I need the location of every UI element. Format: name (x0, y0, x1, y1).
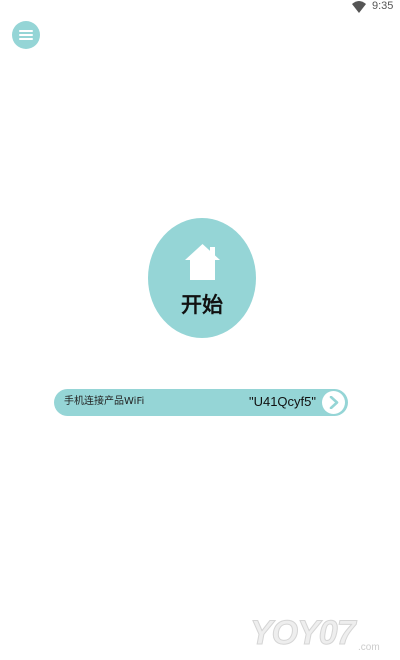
wifi-bar-label: 手机连接产品WiFi (64, 396, 145, 407)
status-time: 9:35 (372, 0, 394, 12)
wifi-connect-bar[interactable]: 手机连接产品WiFi "U41Qcyf5" (54, 389, 348, 416)
menu-icon (19, 30, 33, 40)
watermark-logo: YOY07 .com (250, 614, 380, 654)
svg-text:YOY07: YOY07 (250, 614, 358, 652)
wifi-icon (352, 1, 366, 13)
svg-text:.com: .com (358, 642, 380, 653)
status-bar: 9:35 (0, 0, 400, 14)
home-icon (185, 244, 220, 280)
start-label: 开始 (181, 293, 223, 317)
wifi-ssid: "U41Qcyf5" (248, 394, 316, 409)
start-button[interactable]: 开始 (148, 218, 256, 338)
menu-button[interactable] (12, 21, 40, 49)
chevron-right-icon (329, 396, 339, 409)
wifi-arrow-button[interactable] (322, 391, 345, 414)
